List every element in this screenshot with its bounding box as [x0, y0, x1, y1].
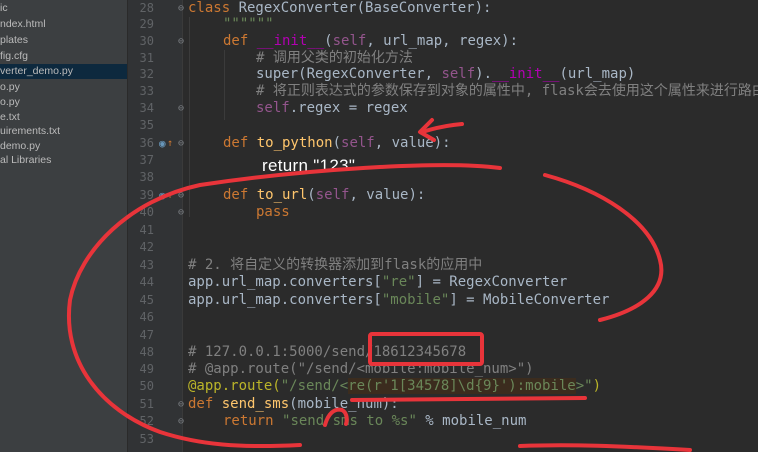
tree-item-demo-py-b[interactable]: o.py	[0, 95, 127, 110]
code-line-40: pass	[256, 204, 290, 220]
indent-guide	[224, 50, 225, 120]
tree-item-label: fig.cfg	[0, 50, 29, 62]
tree-item-demo-py-c[interactable]: demo.py	[0, 139, 127, 154]
code-line-48: # 127.0.0.1:5000/send/18612345678	[188, 344, 467, 360]
tree-item-config-cfg[interactable]: fig.cfg	[0, 49, 127, 64]
code-line-30: def __init__(self, url_map, regex):	[223, 33, 519, 49]
tree-item-static[interactable]: ic	[0, 1, 127, 16]
tree-item-label: o.py	[0, 96, 20, 108]
tree-item-demo-py-a[interactable]: o.py	[0, 80, 127, 95]
code-line-49: # @app.route("/send/<mobile:mobile_num>"…	[188, 361, 534, 377]
tree-item-label: e.txt	[0, 111, 20, 123]
tree-item-label: o.py	[0, 81, 20, 93]
code-line-52: return "send sms to %s" % mobile_num	[223, 413, 527, 429]
tree-item-label: ic	[0, 2, 8, 14]
override-marker-icon[interactable]: ◉	[159, 187, 166, 204]
code-line-32: super(RegexConverter, self).__init__(url…	[256, 66, 636, 82]
override-arrow-icon: ↑	[167, 190, 174, 201]
tree-item-label: demo.py	[0, 140, 41, 152]
code-line-50: @app.route("/send/<re(r'1[34578]\d{9}'):…	[188, 378, 602, 394]
tree-item-license-txt[interactable]: e.txt	[0, 110, 127, 125]
tree-item-label: ndex.html	[0, 18, 46, 30]
project-tree: ic ndex.html plates fig.cfg verter_demo.…	[0, 0, 128, 452]
tree-item-requirements-txt[interactable]: uirements.txt	[0, 124, 127, 139]
code-line-33: # 将正则表达式的参数保存到对象的属性中, flask会去使用这个属性来进行路由	[256, 83, 758, 99]
code-line-29: """"""	[223, 16, 274, 32]
tree-item-converter-demo[interactable]: verter_demo.py	[0, 64, 127, 79]
code-editor[interactable]: class RegexConverter(BaseConverter): """…	[183, 0, 758, 452]
tree-item-label: uirements.txt	[0, 125, 61, 137]
code-line-45: app.url_map.converters["mobile"] = Mobil…	[188, 292, 610, 308]
code-line-43: # 2. 将自定义的转换器添加到flask的应用中	[188, 257, 483, 273]
code-line-44: app.url_map.converters["re"] = RegexConv…	[188, 274, 568, 290]
tree-item-label: verter_demo.py	[0, 65, 73, 77]
tree-item-external-libraries[interactable]: al Libraries	[0, 153, 127, 168]
override-marker-icon[interactable]: ◉	[159, 135, 166, 152]
code-line-39: def to_url(self, value):	[223, 187, 426, 203]
tree-item-label: al Libraries	[0, 154, 52, 166]
code-line-51: def send_sms(mobile_num):	[188, 396, 399, 412]
code-line-28: class RegexConverter(BaseConverter):	[188, 0, 492, 16]
tree-item-label: plates	[0, 34, 29, 46]
editor-gutter[interactable]: 28 ⊖ 29 30 ⊖ 31 32 33 34 ⊖ 35 36 ◉ ↑ ⊖ 37 38 3…	[128, 0, 184, 452]
indent-guide	[189, 17, 190, 217]
tree-item-index-html[interactable]: ndex.html	[0, 17, 127, 32]
code-line-34: self.regex = regex	[256, 100, 408, 116]
handwritten-annotation: return "123"	[262, 156, 356, 175]
tree-item-templates[interactable]: plates	[0, 33, 127, 48]
override-arrow-icon: ↑	[167, 138, 174, 149]
code-line-31: # 调用父类的初始化方法	[256, 50, 413, 66]
code-line-36: def to_python(self, value):	[223, 135, 451, 151]
